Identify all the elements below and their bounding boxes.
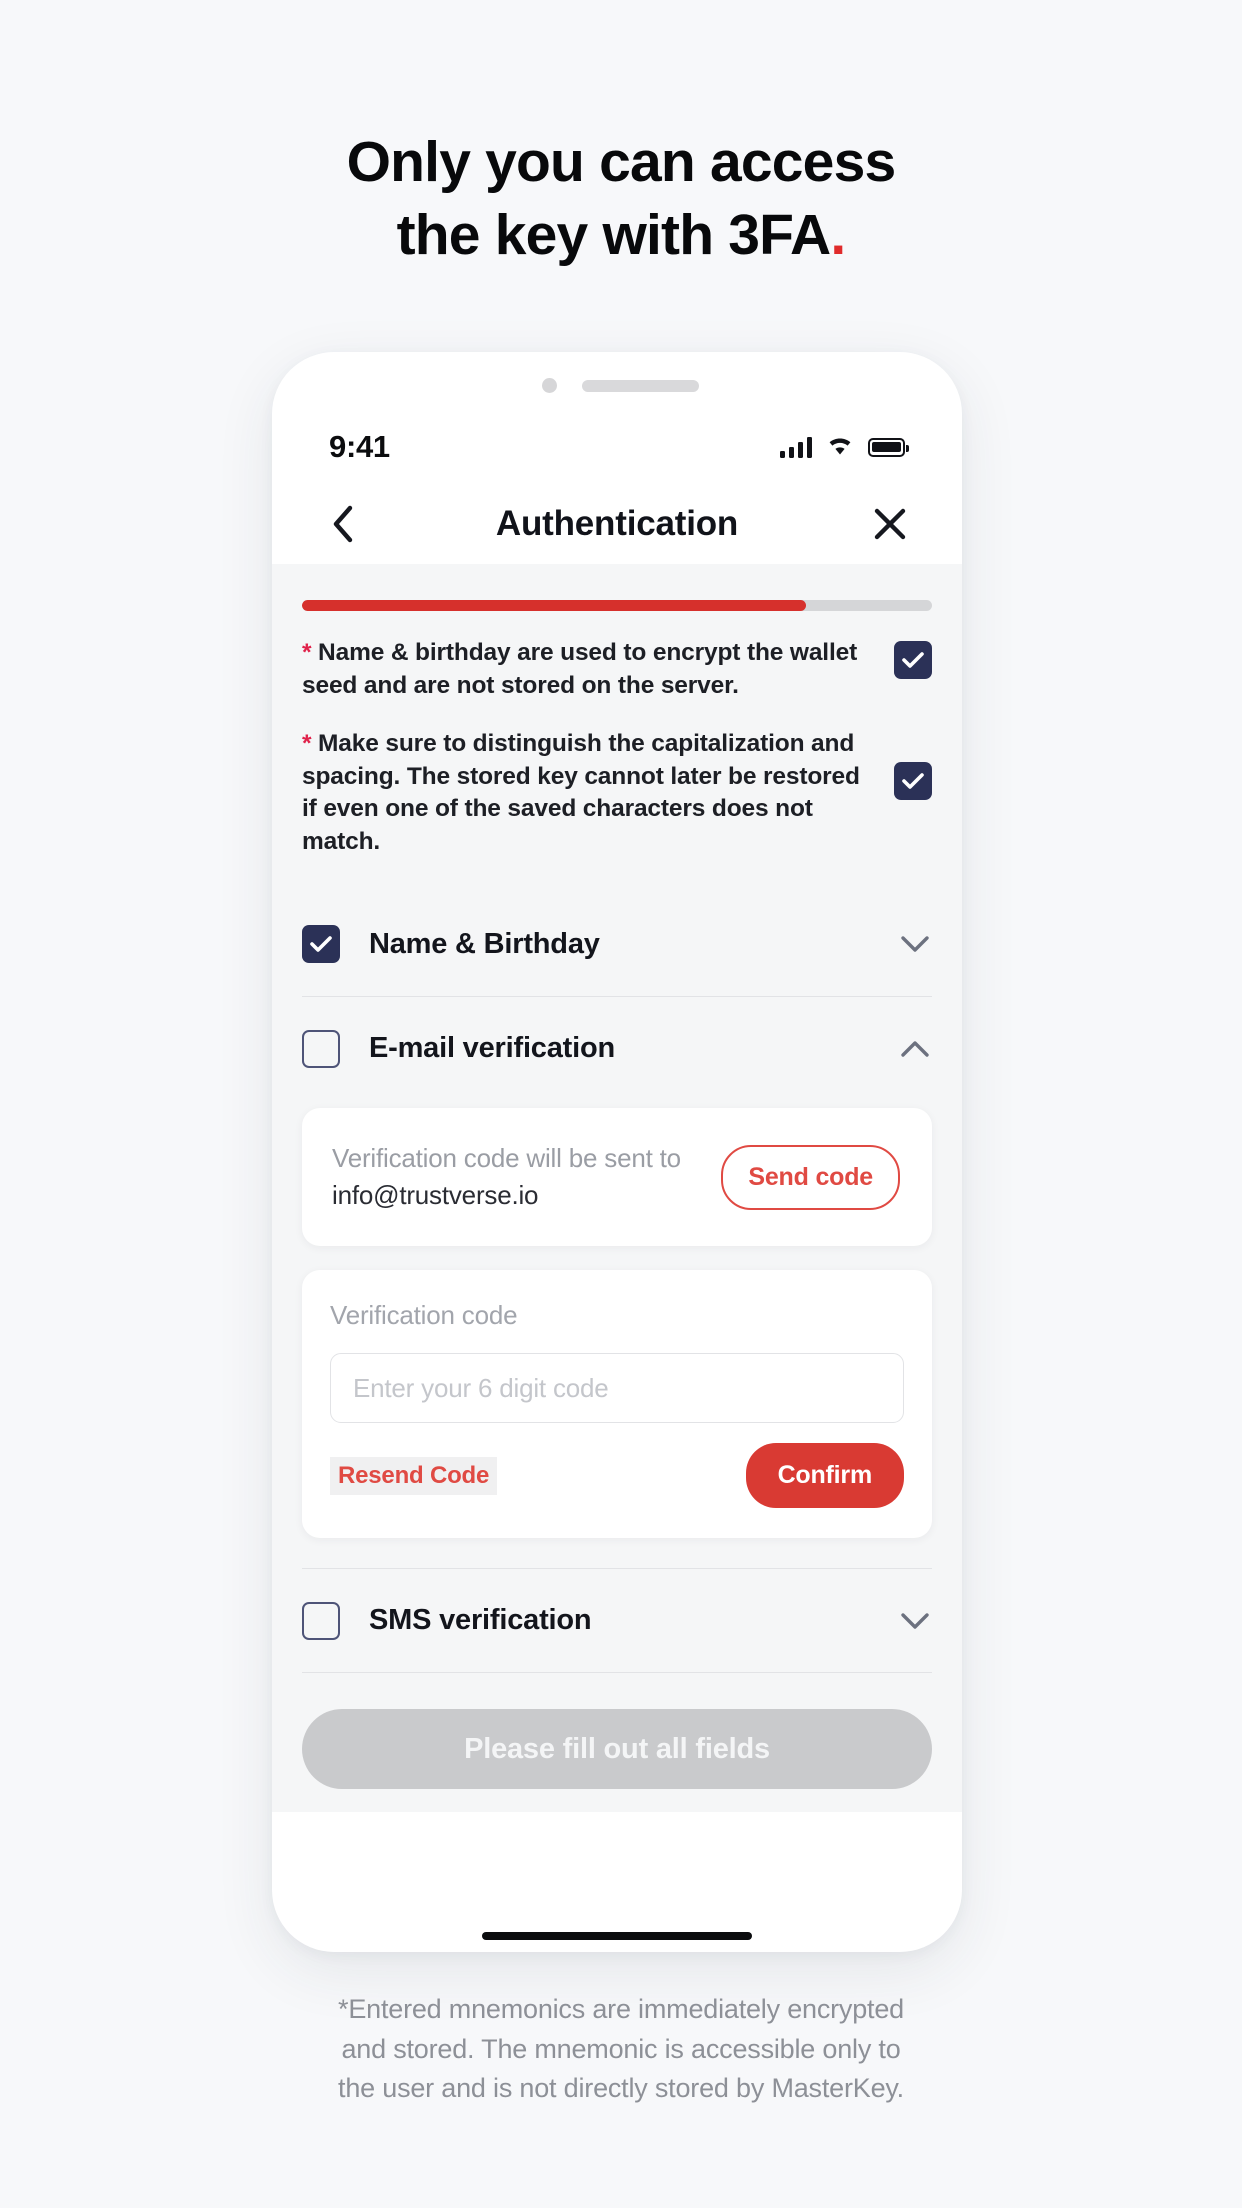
submit-button[interactable]: Please fill out all fields [302, 1709, 932, 1790]
send-code-card: Verification code will be sent to info@t… [302, 1108, 932, 1247]
screen-title: Authentication [495, 504, 739, 543]
footer-line-1: *Entered mnemonics are immediately encry… [338, 1994, 904, 2024]
verification-code-input[interactable] [330, 1353, 904, 1424]
page-title: Only you can access the key with 3FA. [0, 126, 1242, 272]
warning-checkbox[interactable] [894, 762, 932, 801]
progress-bar-fill [302, 600, 806, 611]
phone-top-bezel [272, 352, 962, 410]
headline-accent-dot: . [830, 202, 846, 267]
section-name-birthday[interactable]: Name & Birthday [302, 892, 932, 996]
status-icons [779, 434, 909, 461]
cellular-signal-icon [779, 436, 812, 458]
app-navigation-bar: Authentication [272, 484, 962, 564]
status-time: 9:41 [329, 429, 390, 464]
back-button[interactable] [322, 502, 366, 546]
required-asterisk: * [302, 730, 312, 758]
battery-icon [868, 437, 909, 457]
footer-note: *Entered mnemonics are immediately encry… [0, 1990, 1242, 2109]
section-label: SMS verification [369, 1604, 592, 1637]
send-code-label: Verification code will be sent to [332, 1143, 681, 1174]
screen-content: * Name & birthday are used to encrypt th… [272, 564, 962, 1812]
progress-bar [302, 600, 932, 611]
warning-row: * Name & birthday are used to encrypt th… [302, 637, 932, 702]
headline-line-2: the key with 3FA. [0, 199, 1242, 272]
section-label: E-mail verification [369, 1032, 615, 1065]
page-root: Only you can access the key with 3FA. 9:… [0, 0, 1242, 2208]
section-email-verification[interactable]: E-mail verification [302, 996, 932, 1100]
footer-line-2: and stored. The mnemonic is accessible o… [341, 2033, 901, 2064]
send-code-button[interactable]: Send code [721, 1144, 900, 1210]
status-bar: 9:41 [272, 410, 962, 484]
chevron-down-icon[interactable] [898, 1604, 932, 1638]
home-indicator [482, 1932, 752, 1940]
phone-mockup: 9:41 Authentication * Name & birthday ar… [272, 352, 962, 1952]
speaker-grill-icon [582, 380, 699, 392]
resend-code-button[interactable]: Resend Code [330, 1456, 498, 1495]
warning-text: * Make sure to distinguish the capitaliz… [302, 728, 880, 858]
section-checkbox[interactable] [302, 1029, 340, 1068]
chevron-down-icon[interactable] [898, 927, 932, 961]
divider [302, 1672, 932, 1674]
wifi-icon [825, 434, 855, 461]
send-code-description: Verification code will be sent to info@t… [332, 1140, 703, 1214]
section-label: Name & Birthday [369, 927, 600, 960]
email-address: info@trustverse.io [332, 1180, 539, 1211]
headline-line-1: Only you can access [346, 130, 897, 194]
verification-code-label: Verification code [330, 1300, 518, 1331]
warning-row: * Make sure to distinguish the capitaliz… [302, 728, 932, 858]
required-asterisk: * [302, 639, 312, 666]
section-checkbox[interactable] [302, 1601, 340, 1640]
verification-code-actions: Resend Code Confirm [330, 1443, 904, 1509]
headline-line-2-text: the key with 3FA [396, 202, 832, 267]
warning-checkbox[interactable] [894, 641, 932, 679]
chevron-up-icon[interactable] [898, 1032, 932, 1066]
warning-body: Name & birthday are used to encrypt the … [302, 639, 858, 699]
verification-code-card: Verification code Resend Code Confirm [302, 1270, 932, 1539]
section-sms-verification[interactable]: SMS verification [302, 1568, 932, 1672]
footer-line-3: the user and is not directly stored by M… [338, 2073, 904, 2104]
confirm-button[interactable]: Confirm [745, 1443, 904, 1509]
section-checkbox[interactable] [302, 925, 340, 964]
camera-icon [542, 378, 557, 393]
warning-body: Make sure to distinguish the capitalizat… [302, 730, 860, 855]
warning-text: * Name & birthday are used to encrypt th… [302, 637, 880, 702]
close-button[interactable] [868, 502, 912, 546]
